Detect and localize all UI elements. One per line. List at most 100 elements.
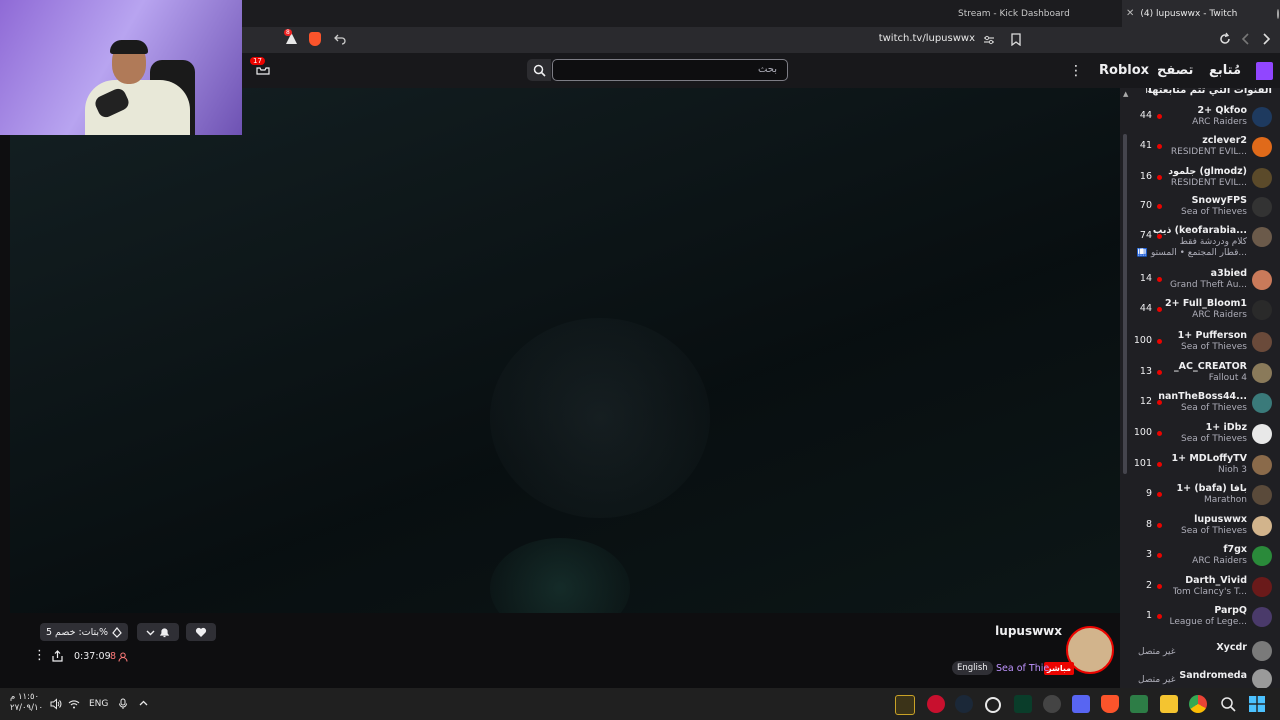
sidebar-channel[interactable]: 1 ParpQ League of Lege...	[1120, 604, 1280, 634]
search-button[interactable]	[527, 59, 551, 81]
share-icon[interactable]	[334, 33, 346, 45]
channel-viewer-count: 74	[1139, 230, 1152, 241]
microphone-icon[interactable]	[118, 698, 128, 710]
taskbar-app-icon[interactable]	[1043, 695, 1061, 713]
sort-icon[interactable]: ⇅	[1144, 88, 1152, 96]
channel-name: ذيب (keofarabia...	[1152, 225, 1247, 236]
video-player[interactable]	[10, 88, 1120, 613]
more-options-icon[interactable]: ⋮	[33, 648, 46, 663]
channel-name: zclever2	[1202, 135, 1247, 146]
channel-name: 1+ MDLoffyTV	[1171, 453, 1247, 464]
channel-name: جلمود (glmodz)	[1168, 166, 1247, 177]
sidebar-channel[interactable]: 100 1+ iDbz Sea of Thieves	[1120, 421, 1280, 451]
channel-avatar	[1252, 393, 1272, 413]
notification-count-badge: 17	[250, 57, 265, 65]
tab-twitch[interactable]: ✕ (4) lupuswwx - Twitch	[1122, 0, 1280, 27]
channel-name: Xycdr	[1216, 642, 1247, 653]
live-dot-icon	[1157, 523, 1162, 528]
tab-kick-dashboard[interactable]: Stream - Kick Dashboard	[930, 0, 1120, 27]
sidebar-channel[interactable]: 44 2+ Full_Bloom1 ARC Raiders	[1120, 297, 1280, 327]
subscribe-button[interactable]: بتات: خصم 5%	[40, 623, 128, 641]
sidebar-channel-offline[interactable]: غير متصل Xycdr	[1120, 638, 1280, 668]
reload-button[interactable]	[1218, 32, 1232, 46]
sidebar-channel[interactable]: 44 2+ Qkfoo ARC Raiders	[1120, 104, 1280, 134]
follow-button[interactable]	[186, 623, 216, 641]
sidebar-channel[interactable]: 101 1+ MDLoffyTV Nioh 3	[1120, 452, 1280, 482]
channel-tags: 🛄 قطار المجتمع • المستو...	[1136, 248, 1247, 258]
language-tag[interactable]: English	[952, 661, 993, 675]
taskbar-app-icon[interactable]	[1014, 695, 1032, 713]
taskbar-app-icon[interactable]	[1130, 695, 1148, 713]
viewer-count-value: 8	[110, 651, 117, 662]
back-button[interactable]	[1259, 32, 1273, 46]
sidebar-channel[interactable]: 41 zclever2 RESIDENT EVIL...	[1120, 134, 1280, 164]
audio-icon[interactable]	[1277, 8, 1280, 19]
channel-avatar	[1252, 197, 1272, 217]
channel-viewer-count: 2	[1145, 580, 1152, 591]
search-input[interactable]: بحث	[552, 59, 788, 81]
file-explorer-icon[interactable]	[1160, 695, 1178, 713]
live-dot-icon	[1157, 277, 1162, 282]
volume-icon[interactable]	[50, 698, 62, 710]
sidebar-channel[interactable]: 8 lupuswwx Sea of Thieves	[1120, 513, 1280, 543]
chevron-up-icon[interactable]	[138, 698, 149, 709]
taskbar-app-icon[interactable]	[895, 695, 915, 715]
taskbar-app-icon[interactable]	[927, 695, 945, 713]
channel-viewer-count: 12	[1139, 396, 1152, 407]
channel-name: _AC_CREATOR	[1173, 361, 1247, 372]
chrome-icon[interactable]	[1189, 695, 1207, 713]
sidebar-channel[interactable]: 16 جلمود (glmodz) RESIDENT EVIL...	[1120, 165, 1280, 195]
channel-avatar	[1252, 516, 1272, 536]
live-dot-icon	[1157, 553, 1162, 558]
input-language[interactable]: ENG	[89, 699, 108, 709]
channel-avatar	[1252, 546, 1272, 566]
windows-start-icon[interactable]	[1249, 696, 1265, 712]
sidebar-channel[interactable]: 70 SnowyFPS Sea of Thieves	[1120, 194, 1280, 224]
sidebar-channel[interactable]: 9 1+ (bafa) بافا Marathon	[1120, 482, 1280, 512]
sidebar-channel[interactable]: 13 _AC_CREATOR Fallout 4	[1120, 360, 1280, 390]
channel-name: a3bied	[1210, 268, 1247, 279]
sidebar-channel[interactable]: 100 1+ Pufferson Sea of Thieves	[1120, 329, 1280, 359]
sidebar-channel[interactable]: 3 f7gx ARC Raiders	[1120, 543, 1280, 573]
brave-shield-icon[interactable]	[309, 32, 321, 46]
twitch-logo-icon[interactable]	[1256, 62, 1273, 80]
channel-avatar	[1252, 485, 1272, 505]
search-taskbar-icon[interactable]	[1220, 696, 1236, 712]
more-menu-icon[interactable]: ⋮	[1069, 63, 1083, 79]
subscribe-label: بتات: خصم 5%	[45, 626, 109, 638]
nav-roblox[interactable]: Roblox	[1099, 63, 1149, 78]
nav-browse[interactable]: تصفح	[1157, 63, 1193, 78]
scroll-up-icon[interactable]: ▲	[1123, 90, 1128, 98]
nav-following[interactable]: مُتابع	[1209, 63, 1241, 78]
video-scene-light	[490, 318, 710, 518]
wifi-icon[interactable]	[68, 698, 80, 710]
sidebar-channel[interactable]: 2 Darth_Vivid Tom Clancy's T...	[1120, 574, 1280, 604]
live-dot-icon	[1157, 339, 1162, 344]
sidebar-channel[interactable]: 14 a3bied Grand Theft Au...	[1120, 267, 1280, 297]
site-settings-icon[interactable]	[983, 34, 995, 46]
sidebar-channel[interactable]: 74 ذيب (keofarabia... كلام ودردشة فقط 🛄 قطا…	[1120, 224, 1280, 258]
taskbar-clock[interactable]: ١١:٥٠ م ٢٧/٠٩/١٠	[10, 692, 43, 714]
channel-game: Sea of Thieves	[1181, 403, 1247, 413]
bits-icon	[112, 626, 122, 638]
tab-close-icon[interactable]: ✕	[1126, 8, 1134, 19]
discord-icon[interactable]	[1072, 695, 1090, 713]
live-dot-icon	[1157, 492, 1162, 497]
steam-icon[interactable]	[955, 695, 973, 713]
streamer-name[interactable]: lupuswwx	[990, 624, 1062, 638]
inbox-icon[interactable]: 17	[250, 57, 270, 75]
share-stream-icon[interactable]	[52, 650, 63, 662]
channel-viewer-count: 9	[1145, 488, 1152, 499]
brave-icon[interactable]	[1101, 695, 1119, 713]
notifications-button[interactable]	[137, 623, 179, 641]
game-link[interactable]: Sea of Thie	[996, 663, 1049, 674]
bookmark-icon[interactable]	[1010, 33, 1022, 46]
sidebar-channel[interactable]: 12 nanTheBoss44... Sea of Thieves	[1120, 390, 1280, 420]
forward-button[interactable]	[1239, 32, 1253, 46]
sidebar-channel-offline[interactable]: غير متصل Sandromeda	[1120, 666, 1280, 688]
obs-icon[interactable]	[985, 697, 1001, 713]
brave-rewards-icon[interactable]: 8	[284, 29, 298, 45]
person-icon	[118, 652, 128, 662]
url-field[interactable]: twitch.tv/lupuswwx	[840, 33, 975, 44]
channel-name: 1+ iDbz	[1205, 422, 1247, 433]
